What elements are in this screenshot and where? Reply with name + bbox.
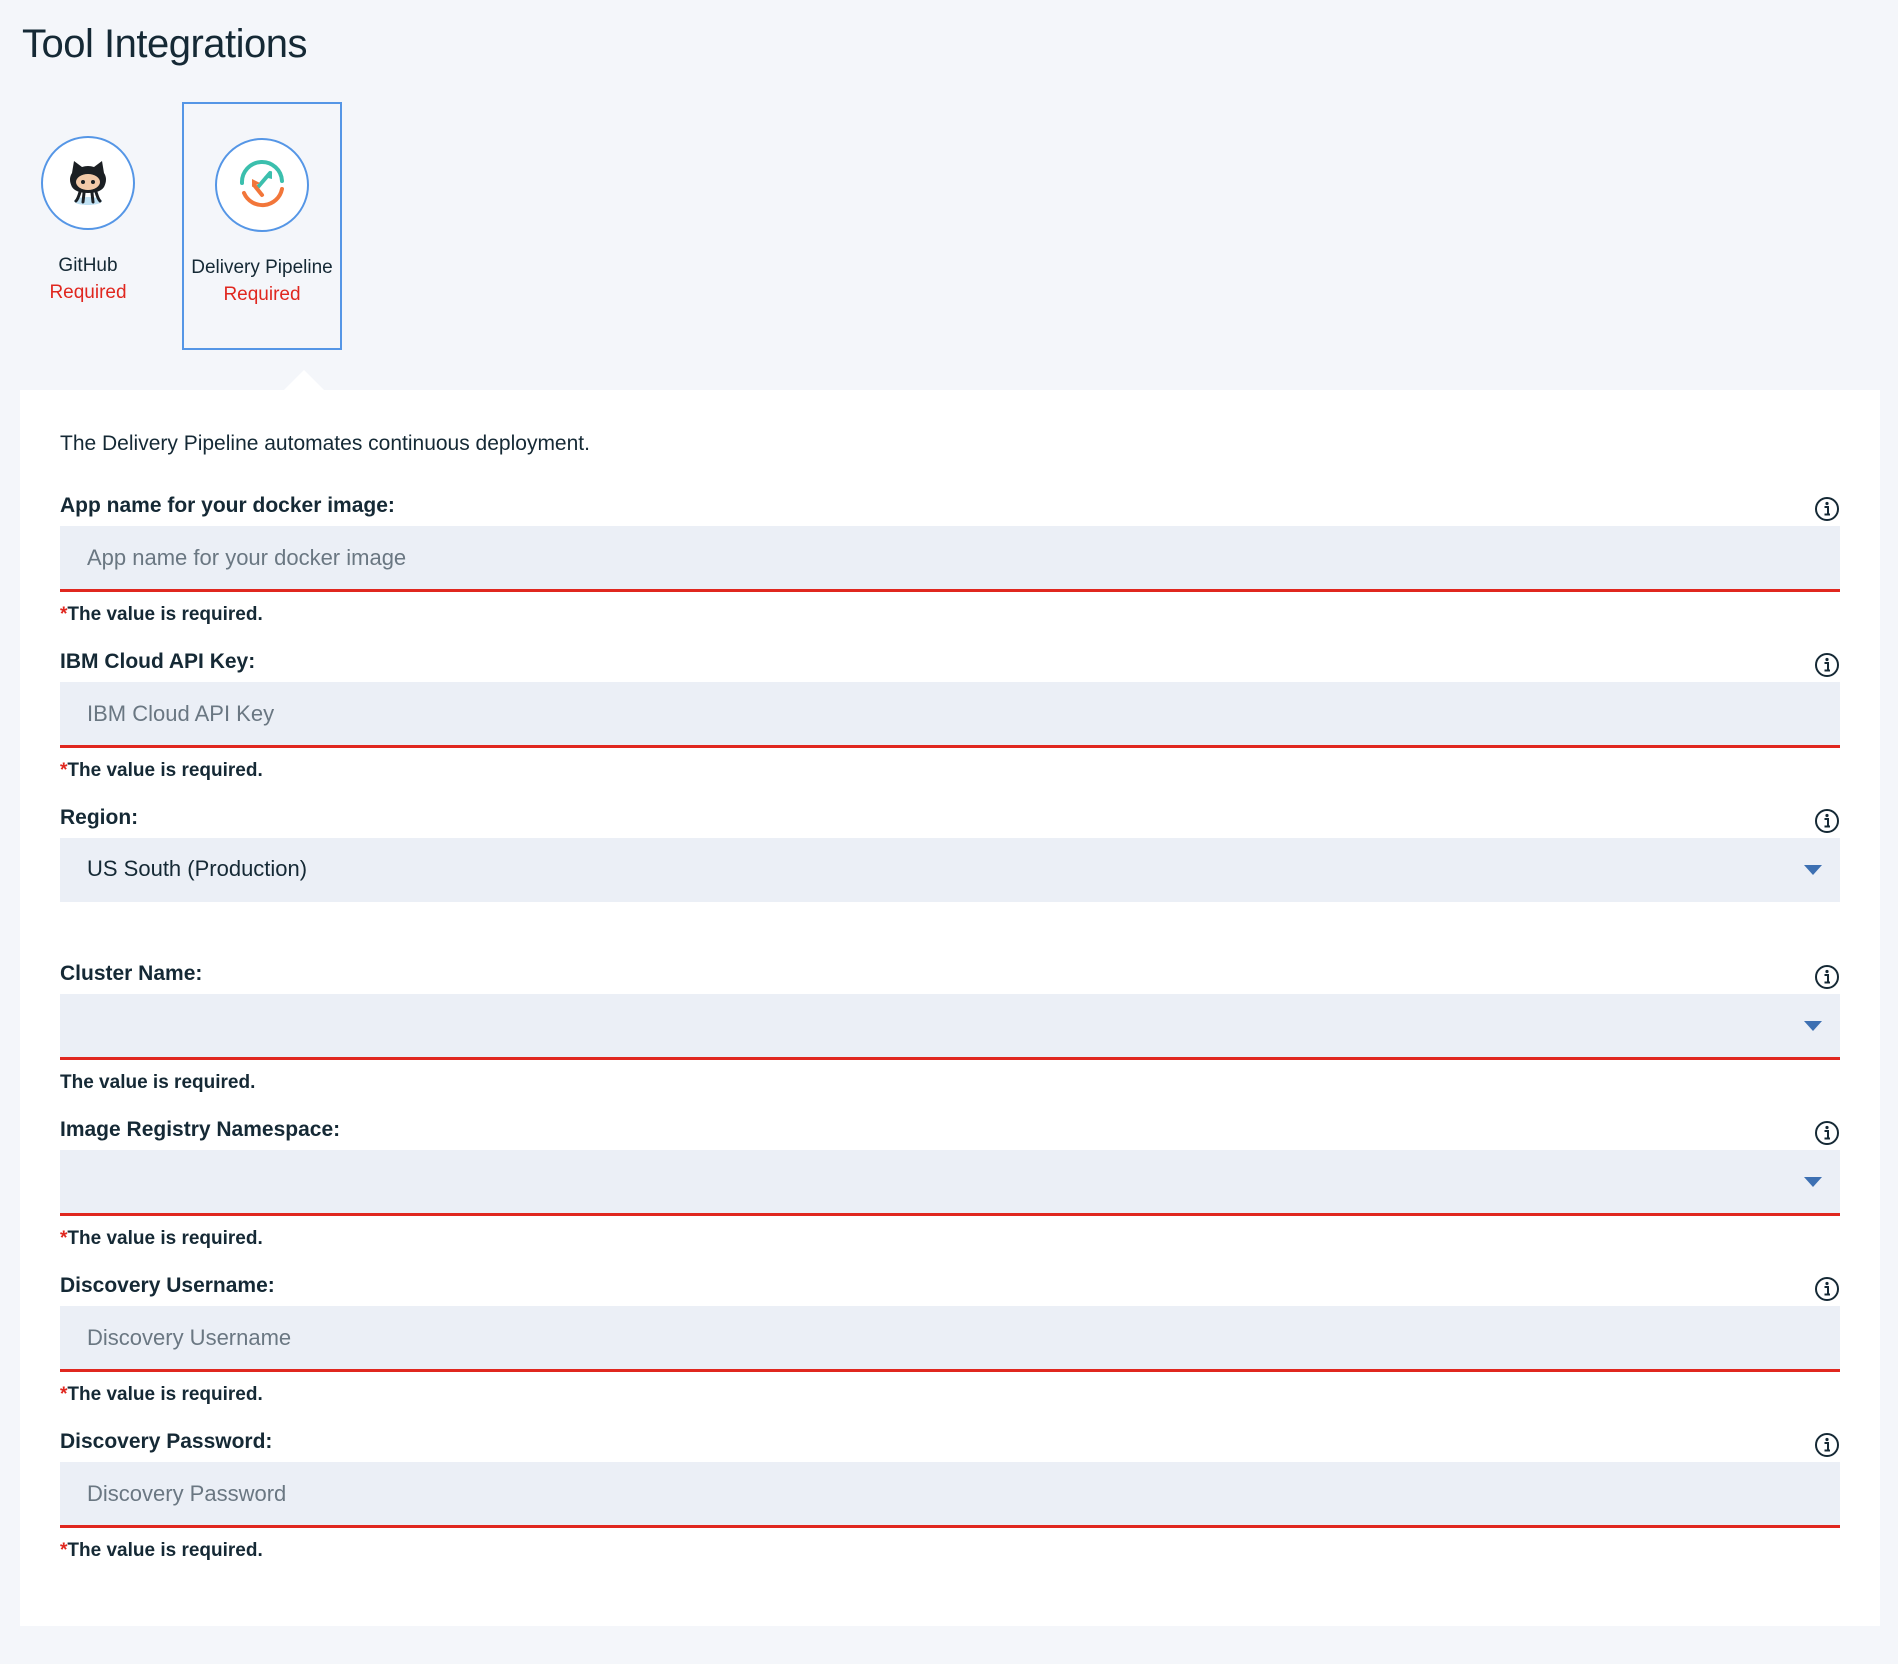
cluster-name-error: The value is required. [60, 1072, 256, 1093]
region-select[interactable]: US South (Production) [60, 838, 1840, 902]
namespace-select[interactable] [60, 1150, 1840, 1216]
api-key-input[interactable] [60, 682, 1840, 745]
tile-pipeline-status: Required [223, 284, 301, 305]
api-key-label: IBM Cloud API Key: [60, 650, 256, 673]
chevron-down-icon [1804, 865, 1822, 875]
chevron-down-icon [1804, 1021, 1822, 1031]
info-icon[interactable] [1814, 1120, 1840, 1146]
cluster-name-label: Cluster Name: [60, 962, 203, 985]
tile-pipeline-name: Delivery Pipeline [191, 257, 333, 278]
info-icon[interactable] [1814, 1432, 1840, 1458]
panel-description: The Delivery Pipeline automates continuo… [60, 432, 590, 455]
discovery-password-field-box [60, 1462, 1840, 1528]
api-key-error: *The value is required. [60, 760, 263, 781]
field-discovery-password: Discovery Password: *The value is requir… [60, 1430, 1840, 1586]
app-name-field-box [60, 526, 1840, 592]
app-name-input[interactable] [60, 526, 1840, 589]
chevron-down-icon [1804, 1177, 1822, 1187]
tile-github-name: GitHub [58, 255, 118, 276]
discovery-username-input[interactable] [60, 1306, 1840, 1369]
field-discovery-username: Discovery Username: *The value is requir… [60, 1274, 1840, 1430]
tile-github[interactable]: GitHub Required [22, 102, 154, 350]
github-octocat-icon [41, 136, 135, 230]
discovery-password-error: *The value is required. [60, 1540, 263, 1561]
app-name-label: App name for your docker image: [60, 494, 395, 517]
delivery-pipeline-icon [215, 138, 309, 232]
field-cluster-name: Cluster Name: The value is required. [60, 962, 1840, 1118]
info-icon[interactable] [1814, 652, 1840, 678]
region-label: Region: [60, 806, 139, 829]
namespace-error: *The value is required. [60, 1228, 263, 1249]
discovery-password-label: Discovery Password: [60, 1430, 273, 1453]
discovery-username-error: *The value is required. [60, 1384, 263, 1405]
info-icon[interactable] [1814, 964, 1840, 990]
tile-delivery-pipeline[interactable]: Delivery Pipeline Required [182, 102, 342, 350]
field-app-name: App name for your docker image: *The val… [60, 494, 1840, 650]
namespace-label: Image Registry Namespace: [60, 1118, 341, 1141]
field-region: Region: US South (Production) [60, 806, 1840, 962]
discovery-password-input[interactable] [60, 1462, 1840, 1525]
tile-github-status: Required [49, 282, 127, 303]
page-title: Tool Integrations [22, 22, 308, 66]
field-api-key: IBM Cloud API Key: *The value is require… [60, 650, 1840, 806]
discovery-username-field-box [60, 1306, 1840, 1372]
discovery-username-label: Discovery Username: [60, 1274, 275, 1297]
panel-notch [284, 370, 324, 390]
api-key-field-box [60, 682, 1840, 748]
info-icon[interactable] [1814, 808, 1840, 834]
info-icon[interactable] [1814, 496, 1840, 522]
cluster-name-select[interactable] [60, 994, 1840, 1060]
region-selected-value: US South (Production) [87, 856, 308, 881]
pipeline-config-panel: The Delivery Pipeline automates continuo… [20, 370, 1880, 1626]
info-icon[interactable] [1814, 1276, 1840, 1302]
field-namespace: Image Registry Namespace: *The value is … [60, 1118, 1840, 1274]
app-name-error: *The value is required. [60, 604, 263, 625]
